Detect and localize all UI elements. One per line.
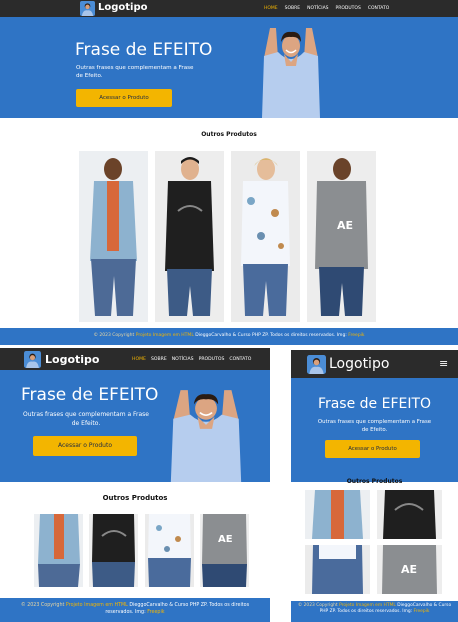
tablet-view: Logotipo HOME SOBRE NOTÍCIAS PRODUTOS CO… [0, 348, 270, 622]
hero-subtitle: Outras frases que complementam a Frase d… [22, 411, 150, 427]
footer-img-prefix: Img: [134, 610, 146, 615]
menu-home[interactable]: HOME [132, 357, 146, 362]
footer-img-source-link[interactable]: Freepik [348, 333, 364, 338]
footer-img-source-link[interactable]: Freepik [414, 609, 430, 614]
product-card-1[interactable] [305, 490, 370, 539]
menu-produtos[interactable]: PRODUTOS [199, 357, 225, 362]
product-card-3[interactable] [231, 151, 300, 322]
main-menu: HOME SOBRE NOTÍCIAS PRODUTOS CONTATO [264, 6, 389, 11]
products-title: Outros Produtos [102, 494, 168, 502]
footer-copyright: © 2023 Copyright [93, 333, 135, 338]
product-card-4[interactable]: AE [377, 545, 442, 594]
logo-text[interactable]: Logotipo [98, 2, 148, 14]
footer-copyright: © 2023 Copyright [297, 603, 338, 608]
hamburger-icon[interactable]: ≡ [439, 357, 448, 371]
hero-subtitle: Outras frases que complementam a Frase d… [76, 65, 194, 79]
cta-button[interactable]: Acessar o Produto [76, 89, 172, 107]
footer-copyright: © 2023 Copyright [20, 603, 65, 608]
hero-section [0, 17, 458, 118]
product-card-2[interactable] [155, 151, 224, 322]
product-card-1[interactable] [79, 151, 148, 322]
footer-img-source-link[interactable]: Freepik [147, 610, 164, 615]
logo-person-icon[interactable] [80, 1, 95, 16]
svg-text:AE: AE [401, 563, 417, 576]
product-card-4[interactable]: AE [307, 151, 376, 322]
product-card-2[interactable] [377, 490, 442, 539]
hero-title: Frase de EFEITO [21, 385, 159, 405]
footer-credits: DieggoCarvalho & Curso PHP ZP. Todos os … [195, 333, 336, 338]
svg-text:AE: AE [337, 219, 353, 232]
logo-person-icon[interactable] [24, 351, 41, 368]
products-title: Outros Produtos [346, 478, 403, 485]
menu-contato[interactable]: CONTATO [368, 6, 389, 11]
product-card-2[interactable] [89, 514, 138, 587]
hero-person-image [258, 22, 324, 118]
product-card-3[interactable] [305, 545, 370, 594]
navbar [0, 0, 458, 17]
hero-title: Frase de EFEITO [75, 40, 213, 60]
hero-subtitle: Outras frases que complementam a Frase d… [317, 419, 432, 433]
footer-img-prefix: Img: [336, 333, 347, 338]
product-card-3[interactable] [145, 514, 194, 587]
menu-noticias[interactable]: NOTÍCIAS [307, 6, 328, 11]
footer-text: © 2023 Copyright Projeto Imagem em HTML … [0, 332, 458, 340]
menu-home[interactable]: HOME [264, 6, 278, 11]
cta-button[interactable]: Acessar o Produto [325, 440, 420, 458]
logo-text[interactable]: Logotipo [45, 353, 99, 366]
footer-project-link[interactable]: Projeto Imagem em HTML [66, 603, 128, 608]
menu-noticias[interactable]: NOTÍCIAS [172, 357, 194, 362]
footer-text: © 2023 Copyright Projeto Imagem em HTML … [0, 602, 270, 616]
menu-contato[interactable]: CONTATO [229, 357, 251, 362]
logo-text[interactable]: Logotipo [329, 356, 389, 372]
cta-button[interactable]: Acessar o Produto [33, 436, 137, 456]
svg-text:AE: AE [218, 534, 233, 545]
product-card-4[interactable]: AE [200, 514, 249, 587]
footer-project-link[interactable]: Projeto Imagem em HTML [136, 333, 194, 338]
main-menu: HOME SOBRE NOTÍCIAS PRODUTOS CONTATO [132, 357, 251, 362]
products-title: Outros Produtos [201, 131, 257, 138]
menu-sobre[interactable]: SOBRE [151, 357, 167, 362]
logo-person-icon[interactable] [307, 355, 326, 374]
product-card-1[interactable] [34, 514, 83, 587]
hero-title: Frase de EFEITO [317, 396, 432, 412]
footer-text: © 2023 Copyright Projeto Imagem em HTML … [291, 603, 458, 615]
menu-sobre[interactable]: SOBRE [285, 6, 300, 11]
footer-img-prefix: Img: [402, 609, 413, 614]
mobile-view: Logotipo ≡ Frase de EFEITO Outras frases… [291, 350, 458, 622]
hero-person-image [166, 384, 246, 482]
footer-project-link[interactable]: Projeto Imagem em HTML [339, 603, 396, 608]
menu-produtos[interactable]: PRODUTOS [336, 6, 361, 11]
desktop-view: Logotipo HOME SOBRE NOTÍCIAS PRODUTOS CO… [0, 0, 458, 345]
